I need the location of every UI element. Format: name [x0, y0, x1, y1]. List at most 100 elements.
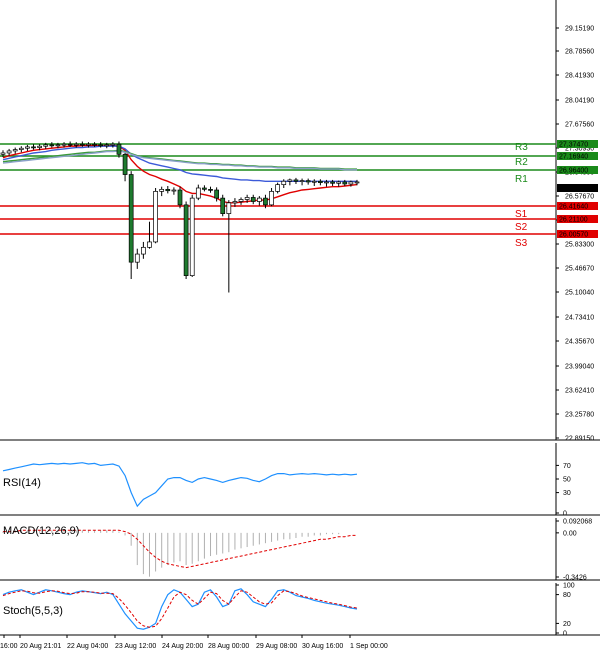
- candle-body: [31, 146, 36, 149]
- candle-body: [287, 179, 293, 182]
- price-tick-label: 25.83300: [565, 242, 594, 249]
- stoch-tick-label: 80: [563, 592, 571, 599]
- candle-body: [189, 197, 195, 276]
- price-tick-label: 23.99040: [565, 364, 594, 371]
- price-tick-label: 22.89150: [565, 436, 594, 443]
- candle-body: [214, 189, 219, 199]
- candle-body: [110, 143, 116, 146]
- candle-body: [6, 150, 12, 154]
- price-tick-label: 24.73410: [565, 315, 594, 322]
- level-label-r3: R3: [515, 142, 528, 153]
- level-price-tag-text-r3: 27.37470: [559, 142, 588, 149]
- rsi-tick-label: 0: [563, 511, 567, 518]
- candle-body: [311, 180, 317, 183]
- candle-body: [238, 199, 244, 202]
- candle-body: [171, 189, 177, 192]
- candle-body: [122, 153, 128, 175]
- level-price-tag-text-s2: 26.21100: [559, 217, 588, 224]
- price-tick-label: 28.78560: [565, 49, 594, 56]
- level-label-r1: R1: [515, 174, 528, 185]
- time-tick-label: 20 Aug 21:01: [20, 643, 61, 650]
- candle-body: [0, 152, 6, 155]
- rsi-tick-label: 30: [563, 490, 571, 497]
- price-tick-label: 23.62410: [565, 388, 594, 395]
- candle-body: [134, 253, 140, 263]
- time-tick-label: 23 Aug 12:00: [115, 643, 156, 650]
- candle-body: [299, 180, 305, 182]
- time-tick-label: 16:00: [0, 643, 18, 650]
- candle-body: [67, 143, 73, 146]
- chart-svg: 29.15190 28.78560 28.41930 28.04190 27.67560…: [0, 0, 600, 654]
- candle-body: [281, 180, 287, 185]
- candle-body: [318, 180, 323, 183]
- stoch-label: Stoch(5,5,3): [3, 605, 63, 617]
- level-price-tag-text-r2: 27.16940: [559, 154, 588, 161]
- candle-body: [98, 144, 104, 147]
- rsi-tick-label: 50: [563, 477, 571, 484]
- candle-body: [202, 187, 207, 190]
- price-tick-label: 23.25780: [565, 412, 594, 419]
- price-tick-label: 28.41930: [565, 73, 594, 80]
- price-tick-label: 25.10040: [565, 290, 594, 297]
- price-tick-label: 26.57670: [565, 194, 594, 201]
- candle-body: [61, 143, 67, 146]
- candle-body: [79, 143, 85, 146]
- price-tick-label: 27.67560: [565, 122, 594, 129]
- current-price-tag-text: 26.69482: [559, 186, 588, 193]
- macd-tick-label: -0.3426: [563, 575, 587, 582]
- candle-body: [73, 143, 79, 146]
- candle-body: [12, 149, 18, 152]
- candle-body: [159, 189, 165, 192]
- candle-body: [250, 197, 256, 202]
- candle-body: [147, 241, 152, 248]
- candle-body: [153, 191, 158, 243]
- candle-body: [177, 189, 183, 206]
- candle-body: [208, 189, 213, 191]
- candle-body: [244, 197, 250, 200]
- candle-body: [275, 184, 281, 192]
- time-tick-label: 1 Sep 00:00: [350, 643, 388, 650]
- level-price-tag-text-s1: 26.41640: [559, 204, 588, 211]
- candle-body: [165, 189, 171, 192]
- price-tick-label: 28.04190: [565, 98, 594, 105]
- level-label-s2: S2: [515, 222, 528, 233]
- candle-body: [263, 197, 268, 206]
- candle-body: [128, 174, 134, 263]
- level-label-s3: S3: [515, 238, 528, 249]
- level-label-r2: R2: [515, 157, 528, 168]
- plot-background: [0, 0, 600, 654]
- candle-body: [324, 181, 329, 184]
- candle-body: [354, 181, 360, 184]
- candle-body: [269, 191, 274, 206]
- candle-body: [220, 197, 226, 214]
- candle-body: [104, 144, 110, 147]
- level-price-tag-text-r1: 26.96400: [559, 168, 588, 175]
- time-tick-label: 28 Aug 00:00: [208, 643, 249, 650]
- candle-body: [18, 147, 24, 150]
- macd-tick-label: 0.092068: [563, 519, 592, 526]
- rsi-tick-label: 70: [563, 463, 571, 470]
- time-tick-label: 22 Aug 04:00: [67, 643, 108, 650]
- candle-body: [342, 181, 348, 185]
- level-price-tag-text-s3: 26.00570: [559, 232, 588, 239]
- time-tick-label: 30 Aug 16:00: [302, 643, 343, 650]
- candle-body: [37, 145, 42, 148]
- time-tick-label: 29 Aug 08:00: [256, 643, 297, 650]
- candle-body: [195, 187, 201, 199]
- candle-body: [305, 180, 311, 183]
- macd-tick-label: 0.00: [563, 530, 577, 537]
- candle-body: [330, 181, 335, 184]
- candle-body: [183, 204, 189, 276]
- candle-body: [226, 202, 232, 214]
- candle-body: [86, 143, 91, 146]
- candle-body: [256, 197, 262, 202]
- stoch-tick-label: 20: [563, 621, 571, 628]
- price-tick-label: 24.35670: [565, 339, 594, 346]
- candle-body: [336, 181, 342, 184]
- candle-body: [92, 143, 97, 146]
- macd-label: MACD(12,26,9): [3, 525, 79, 537]
- candle-body: [348, 181, 354, 185]
- candle-body: [43, 144, 49, 147]
- stoch-tick-label: 100: [563, 583, 575, 590]
- candle-body: [25, 146, 30, 149]
